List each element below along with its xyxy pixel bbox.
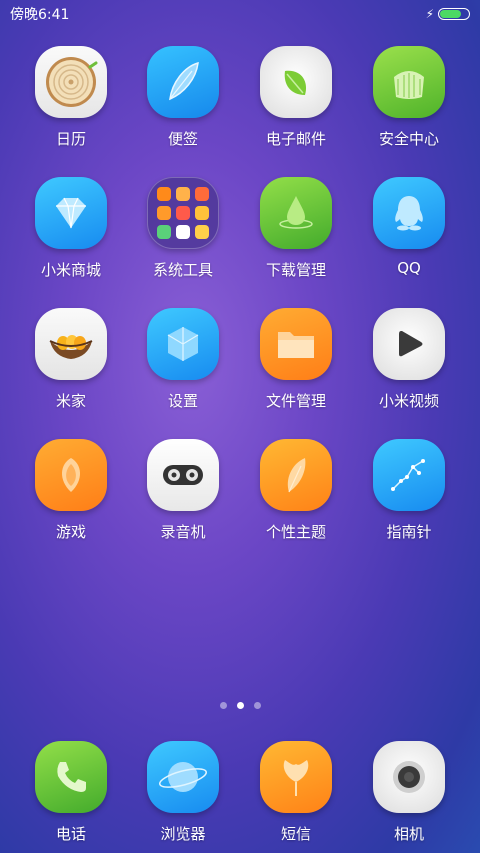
play-video-icon — [373, 308, 445, 380]
status-time: 傍晚6:41 — [10, 7, 70, 23]
recorder-icon — [147, 439, 219, 511]
shield-security-icon — [373, 46, 445, 118]
app-label: 便签 — [167, 130, 198, 148]
app-label: 短信 — [280, 825, 311, 843]
app-label: QQ — [397, 259, 421, 277]
app-label: 电话 — [55, 825, 86, 843]
battery-fill — [440, 10, 461, 18]
app-calendar[interactable]: 日历 — [16, 46, 126, 149]
dock-app-messages[interactable]: 短信 — [241, 741, 351, 844]
app-settings[interactable]: 设置 — [128, 308, 238, 411]
app-system-tools-folder[interactable]: 系统工具 — [128, 177, 238, 280]
browser-planet-icon — [147, 741, 219, 813]
status-indicators: ⚡ — [426, 7, 470, 21]
battery-icon — [438, 8, 470, 20]
camera-lens-icon — [373, 741, 445, 813]
phone-icon — [35, 741, 107, 813]
app-label: 相机 — [393, 825, 424, 843]
app-label: 录音机 — [160, 523, 206, 541]
app-label: 安全中心 — [378, 130, 439, 148]
app-notes[interactable]: 便签 — [128, 46, 238, 149]
app-label: 日历 — [55, 130, 86, 148]
dock-app-browser[interactable]: 浏览器 — [128, 741, 238, 844]
app-label: 小米商城 — [40, 261, 101, 279]
app-label: 文件管理 — [265, 392, 326, 410]
app-label: 浏览器 — [160, 825, 206, 843]
feather-notes-icon — [147, 46, 219, 118]
folder-files-icon — [260, 308, 332, 380]
app-games[interactable]: 游戏 — [16, 439, 126, 542]
app-label: 系统工具 — [152, 261, 213, 279]
dock-app-phone[interactable]: 电话 — [16, 741, 126, 844]
app-email[interactable]: 电子邮件 — [241, 46, 351, 149]
app-label: 下载管理 — [265, 261, 326, 279]
app-mi-home[interactable]: 米家 — [16, 308, 126, 411]
app-file-manager[interactable]: 文件管理 — [241, 308, 351, 411]
page-dot[interactable] — [219, 702, 227, 709]
compass-constellation-icon — [373, 439, 445, 511]
dock-app-camera[interactable]: 相机 — [354, 741, 464, 844]
app-security[interactable]: 安全中心 — [354, 46, 464, 149]
app-label: 小米视频 — [378, 392, 439, 410]
app-label: 游戏 — [55, 523, 86, 541]
app-compass[interactable]: 指南针 — [354, 439, 464, 542]
app-label: 指南针 — [386, 523, 432, 541]
hexagon-settings-icon — [147, 308, 219, 380]
charging-icon: ⚡ — [425, 7, 434, 21]
calendar-wood-icon — [35, 46, 107, 118]
app-themes[interactable]: 个性主题 — [241, 439, 351, 542]
nest-home-icon — [35, 308, 107, 380]
app-downloads[interactable]: 下载管理 — [241, 177, 351, 280]
status-bar: 傍晚6:41 ⚡ — [0, 0, 480, 28]
diamond-store-icon — [35, 177, 107, 249]
app-mi-store[interactable]: 小米商城 — [16, 177, 126, 280]
theme-feather-icon — [260, 439, 332, 511]
app-recorder[interactable]: 录音机 — [128, 439, 238, 542]
page-indicator — [0, 702, 480, 709]
page-dot-active[interactable] — [236, 702, 244, 709]
drop-download-icon — [260, 177, 332, 249]
app-label: 米家 — [55, 392, 86, 410]
penguin-icon — [373, 177, 445, 249]
leaf-email-icon — [260, 46, 332, 118]
app-mi-video[interactable]: 小米视频 — [354, 308, 464, 411]
page-dot[interactable] — [253, 702, 261, 709]
ginkgo-sms-icon — [260, 741, 332, 813]
app-qq[interactable]: QQ — [354, 177, 464, 277]
app-label: 设置 — [167, 392, 198, 410]
app-label: 电子邮件 — [265, 130, 326, 148]
game-icon — [35, 439, 107, 511]
app-label: 个性主题 — [265, 523, 326, 541]
folder-tools-icon — [147, 177, 219, 249]
